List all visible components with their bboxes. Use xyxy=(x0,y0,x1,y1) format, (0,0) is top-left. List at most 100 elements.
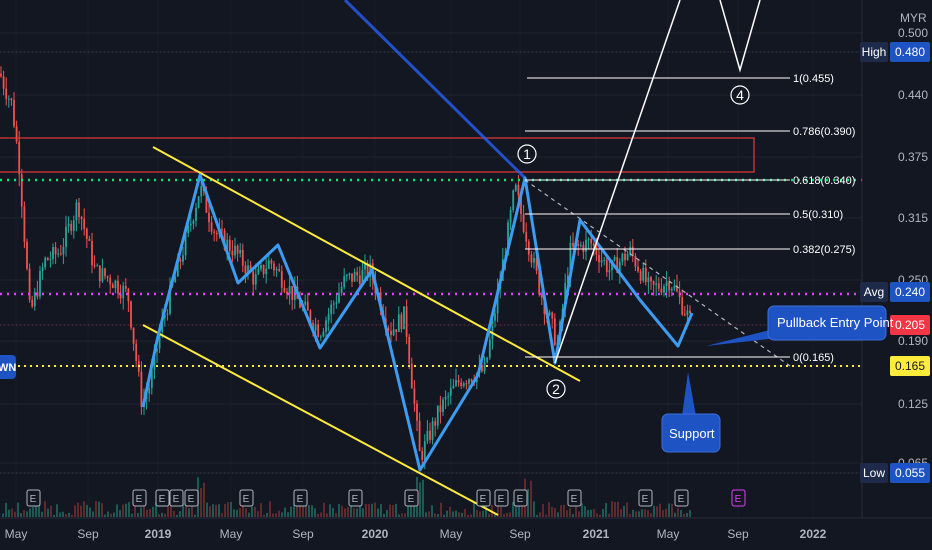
volume-bar xyxy=(323,502,325,517)
candle-body xyxy=(418,420,421,452)
volume-bar xyxy=(332,508,334,517)
candle-body xyxy=(416,403,418,421)
volume-bar xyxy=(593,509,595,517)
candle-body xyxy=(657,283,660,289)
volume-bar xyxy=(650,513,652,517)
candle-body xyxy=(59,253,62,255)
wave-label: 1 xyxy=(523,146,531,162)
candle-body xyxy=(431,421,434,440)
time-axis[interactable]: May Sep 2019 May Sep 2020 May Sep 2021 May Sep 2022 xyxy=(0,517,932,550)
volume-bar xyxy=(71,514,73,517)
x-tick-label: Sep xyxy=(727,527,749,541)
earnings-marker-label: E xyxy=(188,494,195,505)
candle-body xyxy=(210,222,213,232)
volume-bar xyxy=(101,503,103,517)
candle-body xyxy=(215,232,218,235)
candle-body xyxy=(637,266,639,272)
volume-bar xyxy=(128,502,130,517)
price-chart[interactable]: 1(0.455) 0.786(0.390) 0.618(0.340) 0.5(0.31… xyxy=(0,0,932,550)
currency-label: MYR xyxy=(900,11,927,25)
candle-body xyxy=(590,238,593,244)
candle-body xyxy=(57,253,60,255)
volume-bar xyxy=(314,508,316,517)
candle-body xyxy=(260,264,262,269)
volume-bar xyxy=(287,512,289,517)
volume-bar xyxy=(446,510,448,517)
candle-body xyxy=(49,259,52,261)
candle-body xyxy=(348,273,351,275)
candle-body xyxy=(579,244,582,246)
candle-body xyxy=(486,357,489,363)
candle-body xyxy=(182,255,184,262)
candle-body xyxy=(62,246,65,255)
candle-body xyxy=(41,267,44,272)
volume-bar xyxy=(152,506,154,517)
volume-bar xyxy=(149,509,151,517)
volume-bar xyxy=(551,506,553,517)
volume-bar xyxy=(554,508,556,517)
volume-bar xyxy=(440,502,442,517)
candle-body xyxy=(460,382,463,387)
candle-body xyxy=(54,247,57,255)
fib-label: 0(0.165) xyxy=(793,352,834,364)
volume-bar xyxy=(209,506,211,517)
volume-bar xyxy=(281,512,283,517)
volume-bar xyxy=(254,506,256,517)
candle-body xyxy=(439,405,442,412)
volume-bar xyxy=(461,512,463,517)
volume-bar xyxy=(413,505,415,517)
volume-bar xyxy=(293,505,295,517)
volume-bar xyxy=(329,504,331,517)
candle-body xyxy=(668,281,671,291)
candle-body xyxy=(423,441,426,460)
fib-label: 0.5(0.310) xyxy=(793,209,843,221)
volume-bar xyxy=(647,510,649,517)
volume-bar xyxy=(5,502,7,517)
x-tick-label: May xyxy=(440,527,463,541)
volume-bar xyxy=(671,503,673,517)
candle-body xyxy=(577,243,580,246)
volume-bar xyxy=(44,501,46,517)
candle-body xyxy=(663,286,665,293)
price-axis[interactable]: MYR 0.5000.4800.4400.3750.3150.2500.2400… xyxy=(860,0,932,518)
volume-bar xyxy=(317,513,319,517)
volume-bar xyxy=(689,510,691,517)
volume-bar xyxy=(74,505,76,517)
candle-body xyxy=(148,388,151,394)
earnings-marker-label: E xyxy=(243,494,250,505)
candle-body xyxy=(52,247,54,260)
candle-body xyxy=(548,312,551,315)
earnings-marker-label: E xyxy=(498,494,505,505)
volume-bar xyxy=(116,504,118,517)
candle-body xyxy=(582,244,585,252)
volume-bar xyxy=(620,509,622,517)
candle-body xyxy=(613,257,616,261)
candle-body xyxy=(106,276,109,278)
volume-bar xyxy=(218,504,220,517)
volume-bar xyxy=(356,508,358,517)
candle-body xyxy=(338,293,340,303)
candle-body xyxy=(239,250,242,254)
volume-bar xyxy=(542,504,544,517)
candle-body xyxy=(410,363,413,389)
candle-body xyxy=(400,314,403,330)
candle-body xyxy=(135,343,138,362)
volume-bar xyxy=(341,505,343,517)
candle-body xyxy=(634,255,637,267)
volume-bar xyxy=(260,503,262,517)
volume-bar xyxy=(203,482,205,517)
volume-bar xyxy=(587,509,589,517)
volume-bar xyxy=(137,512,139,517)
upcoming-earnings-label: E xyxy=(735,494,742,505)
candle-body xyxy=(257,268,260,275)
candle-body xyxy=(452,385,455,389)
candle-body xyxy=(572,242,574,247)
volume-bar xyxy=(626,502,628,517)
fib-label: 1(0.455) xyxy=(793,73,834,85)
volume-bar xyxy=(311,505,313,517)
volume-bar xyxy=(614,501,616,517)
support-label: Support xyxy=(669,426,715,441)
volume-bar xyxy=(377,508,379,517)
candle-body xyxy=(525,231,528,242)
candle-body xyxy=(278,269,281,272)
